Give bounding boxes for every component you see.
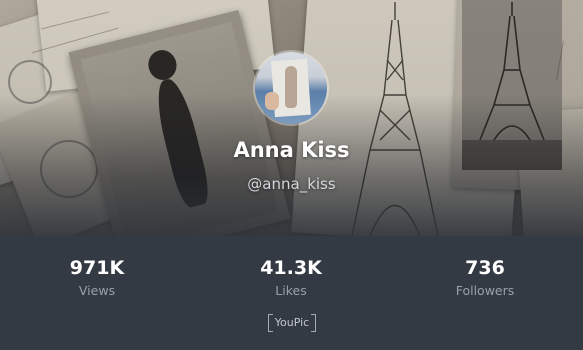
stat-value: 736: [465, 257, 505, 279]
stat-value: 41.3K: [260, 257, 322, 279]
stat-label: Views: [78, 283, 116, 298]
stats-row: 971K Views 41.3K Likes 736 Followers: [0, 256, 583, 306]
profile-name[interactable]: Anna Kiss: [0, 138, 583, 162]
stat-followers: 736 Followers: [405, 256, 565, 301]
stat-views: 971K Views: [17, 256, 177, 301]
stat-value: 971K: [69, 257, 125, 279]
avatar[interactable]: [255, 52, 327, 124]
profile-handle: @anna_kiss: [247, 175, 336, 193]
stat-label: Likes: [275, 283, 307, 298]
stat-likes: 41.3K Likes: [211, 256, 371, 301]
stat-label: Followers: [455, 283, 515, 298]
profile-card: Anna Kiss @anna_kiss 971K Views 41.3K Li…: [0, 0, 583, 350]
youpic-logo[interactable]: YouPic: [268, 314, 316, 332]
